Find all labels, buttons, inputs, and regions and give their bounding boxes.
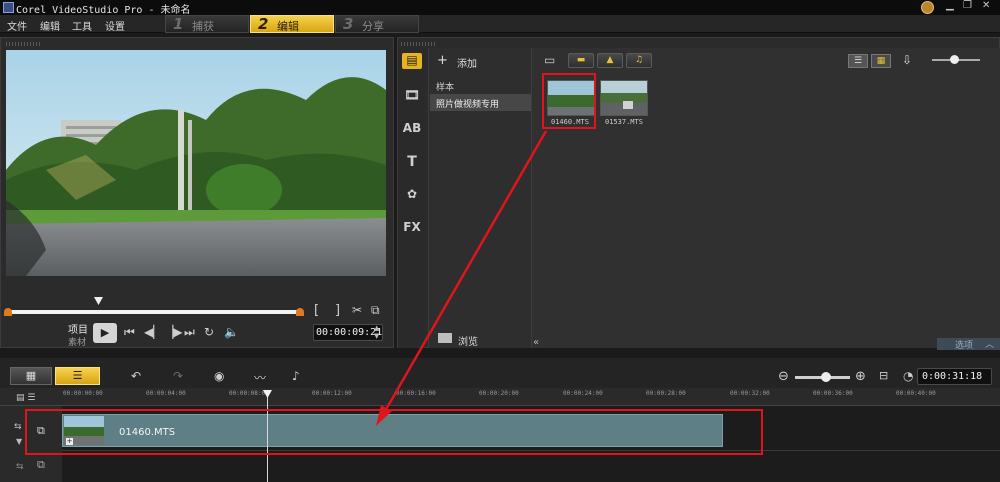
annotation-arrow — [376, 130, 548, 426]
